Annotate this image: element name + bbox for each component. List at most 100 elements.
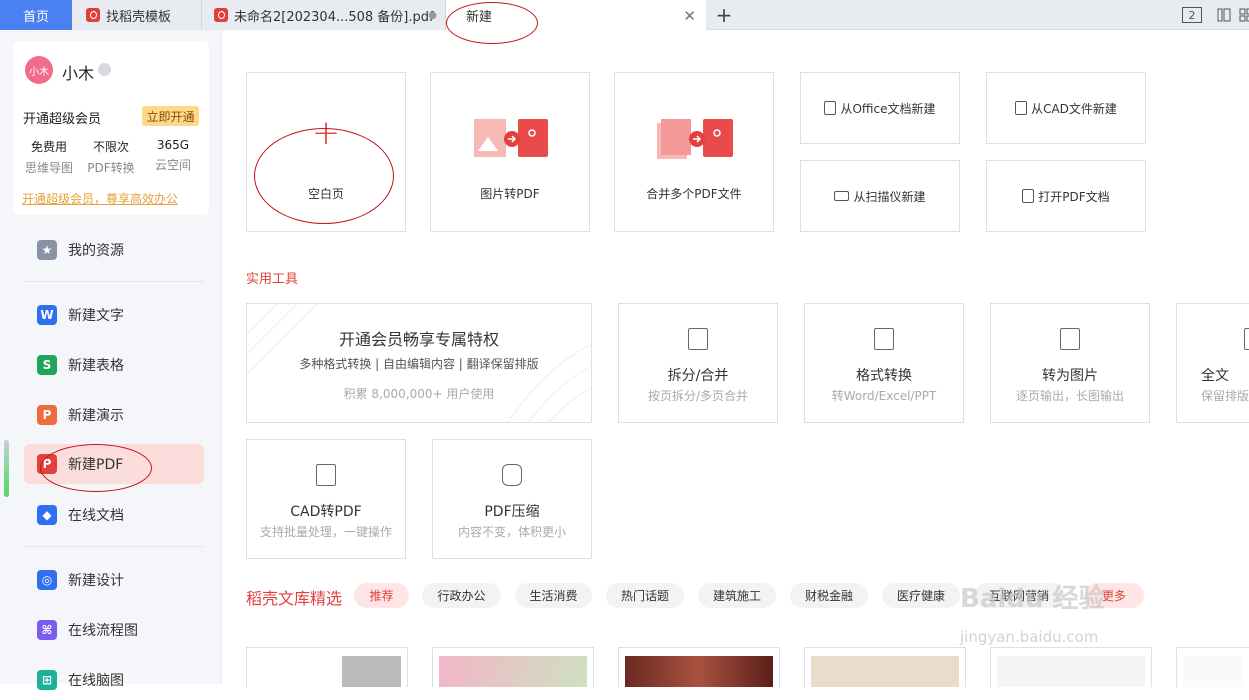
promo-features: 多种格式转换 | 自由编辑内容 | 翻译保留排版 xyxy=(299,357,539,371)
chip-admin[interactable]: 行政办公 xyxy=(422,583,501,608)
document-icon xyxy=(824,101,837,115)
sidebar-item-new-presentation[interactable]: P 新建演示 xyxy=(24,395,204,435)
tab-template[interactable]: 找稻壳模板 xyxy=(72,0,202,30)
vip-open-button[interactable]: 立即开通 xyxy=(142,106,199,126)
from-scanner-label: 从扫描仪新建 xyxy=(853,189,926,204)
sidebar-item-label: 新建文字 xyxy=(68,308,124,324)
tile-view-icon[interactable] xyxy=(1214,7,1234,23)
design-icon: ◎ xyxy=(37,570,57,590)
template-thumbnail xyxy=(253,656,401,687)
format-convert-tool[interactable]: 格式转换 转Word/Excel/PPT xyxy=(804,303,964,423)
template-thumbnail xyxy=(1183,656,1243,687)
compress-icon xyxy=(502,464,522,486)
perk-pdf: 不限次 PDF转换 xyxy=(81,138,141,176)
blank-page-tile[interactable]: + 空白页 xyxy=(246,72,406,232)
from-cad-tile[interactable]: 从CAD文件新建 xyxy=(986,72,1146,144)
flowchart-icon: ⌘ xyxy=(37,620,57,640)
open-pdf-label: 打开PDF文档 xyxy=(1038,189,1110,204)
tool-name: CAD转PDF xyxy=(290,504,362,520)
pdf-icon xyxy=(214,8,228,22)
avatar[interactable]: 小木 xyxy=(25,56,53,84)
sidebar-item-mindmap[interactable]: ⊞ 在线脑图 xyxy=(24,660,204,700)
template-thumbnail xyxy=(439,656,587,687)
to-image-tool[interactable]: 转为图片 逐页输出，长图输出 xyxy=(990,303,1150,423)
sidebar-item-label: 新建表格 xyxy=(68,358,124,374)
library-title: 稻壳文库精选 xyxy=(246,589,343,608)
open-pdf-tile[interactable]: 打开PDF文档 xyxy=(986,160,1146,232)
cad-icon xyxy=(316,464,336,486)
divider xyxy=(24,546,204,547)
sidebar-item-label: 在线流程图 xyxy=(68,623,138,639)
pdf-compress-tool[interactable]: PDF压缩 内容不变，体积更小 xyxy=(432,439,592,559)
sidebar-item-online-doc[interactable]: ◆ 在线文档 xyxy=(24,495,204,535)
template-thumb[interactable] xyxy=(1176,647,1249,687)
image-to-pdf-tile[interactable]: 图片转PDF xyxy=(430,72,590,232)
format-convert-icon xyxy=(874,328,894,350)
window-layout-icon[interactable]: 2 xyxy=(1182,7,1202,23)
chip-hot[interactable]: 热门话题 xyxy=(606,583,684,608)
chip-consumer[interactable]: 生活消费 xyxy=(515,583,592,608)
vip-link[interactable]: 开通超级会员，尊享高效办公 xyxy=(22,190,178,207)
merge-pdf-tile[interactable]: 合并多个PDF文件 xyxy=(614,72,774,232)
perk-value: 365G xyxy=(156,138,190,152)
grid-view-icon[interactable] xyxy=(1236,7,1249,23)
template-thumb[interactable] xyxy=(246,647,408,687)
tool-subtitle: 逐页输出，长图输出 xyxy=(1015,389,1124,403)
username[interactable]: 小木 xyxy=(62,60,94,84)
sidebar-item-my-resources[interactable]: ★ 我的资源 xyxy=(24,230,204,270)
plus-icon: + xyxy=(311,113,341,153)
sidebar-item-label: 新建PDF xyxy=(68,457,124,473)
tool-name: 拆分/合并 xyxy=(667,368,729,384)
blank-page-label: 空白页 xyxy=(307,187,344,201)
tool-name: PDF压缩 xyxy=(484,504,540,520)
cad-to-pdf-tool[interactable]: CAD转PDF 支持批量处理，一键操作 xyxy=(246,439,406,559)
perk-label: 云空间 xyxy=(154,158,191,172)
new-tab-button[interactable]: + xyxy=(712,0,736,30)
vip-text: 开通超级会员 xyxy=(23,112,102,127)
tool-name: 格式转换 xyxy=(856,368,912,384)
split-merge-tool[interactable]: 拆分/合并 按页拆分/多页合并 xyxy=(618,303,778,423)
template-thumb[interactable] xyxy=(618,647,780,687)
to-image-icon xyxy=(1060,328,1080,350)
tab-document[interactable]: 未命名2[202304...508 备份].pdf ● xyxy=(202,0,446,30)
baidu-watermark-url: jingyan.baidu.com xyxy=(960,628,1099,646)
sidebar-item-label: 新建设计 xyxy=(68,573,124,589)
template-thumbnail xyxy=(997,656,1145,687)
baidu-watermark: Baidu 经验 xyxy=(960,584,1105,614)
mindmap-icon: ⊞ xyxy=(37,670,57,690)
translate-icon xyxy=(1244,328,1249,350)
perk-label: PDF转换 xyxy=(87,161,135,175)
scrollbar[interactable] xyxy=(4,440,9,497)
merge-pdf-label: 合并多个PDF文件 xyxy=(646,187,742,201)
from-scanner-tile[interactable]: 从扫描仪新建 xyxy=(800,160,960,232)
sidebar-item-new-sheet[interactable]: S 新建表格 xyxy=(24,345,204,385)
tool-name: 转为图片 xyxy=(1042,368,1098,384)
template-thumb[interactable] xyxy=(804,647,966,687)
chip-medical[interactable]: 医疗健康 xyxy=(882,583,960,608)
sidebar-item-new-writer[interactable]: W 新建文字 xyxy=(24,295,204,335)
sidebar-item-new-design[interactable]: ◎ 新建设计 xyxy=(24,560,204,600)
from-office-tile[interactable]: 从Office文档新建 xyxy=(800,72,960,144)
open-pdf-icon xyxy=(1022,189,1035,203)
sheet-icon: S xyxy=(37,355,57,375)
dot-icon: ● xyxy=(428,9,437,21)
chip-finance[interactable]: 财税金融 xyxy=(790,583,868,608)
tool-subtitle: 内容不变，体积更小 xyxy=(457,525,566,539)
image-to-pdf-icon xyxy=(474,117,550,163)
template-thumbnail xyxy=(811,656,959,687)
tab-home[interactable]: 首页 xyxy=(0,0,72,30)
vip-promo-card[interactable]: 开通会员畅享专属特权 多种格式转换 | 自由编辑内容 | 翻译保留排版 积累 8… xyxy=(246,303,592,423)
template-thumb[interactable] xyxy=(990,647,1152,687)
chip-recommend[interactable]: 推荐 xyxy=(354,583,409,608)
close-icon[interactable]: ✕ xyxy=(683,7,696,25)
translate-tool[interactable]: 全文 保留排版 xyxy=(1176,303,1249,423)
sidebar-item-new-pdf[interactable]: P 新建PDF xyxy=(24,444,204,484)
pdf-icon: P xyxy=(37,454,57,474)
template-thumb[interactable] xyxy=(432,647,594,687)
image-to-pdf-label: 图片转PDF xyxy=(480,187,540,201)
tab-template-label: 找稻壳模板 xyxy=(106,9,172,25)
sidebar-item-flowchart[interactable]: ⌘ 在线流程图 xyxy=(24,610,204,650)
tab-new-label: 新建 xyxy=(466,10,493,25)
chip-construction[interactable]: 建筑施工 xyxy=(698,583,776,608)
tab-new[interactable]: 新建 ✕ xyxy=(446,0,706,31)
